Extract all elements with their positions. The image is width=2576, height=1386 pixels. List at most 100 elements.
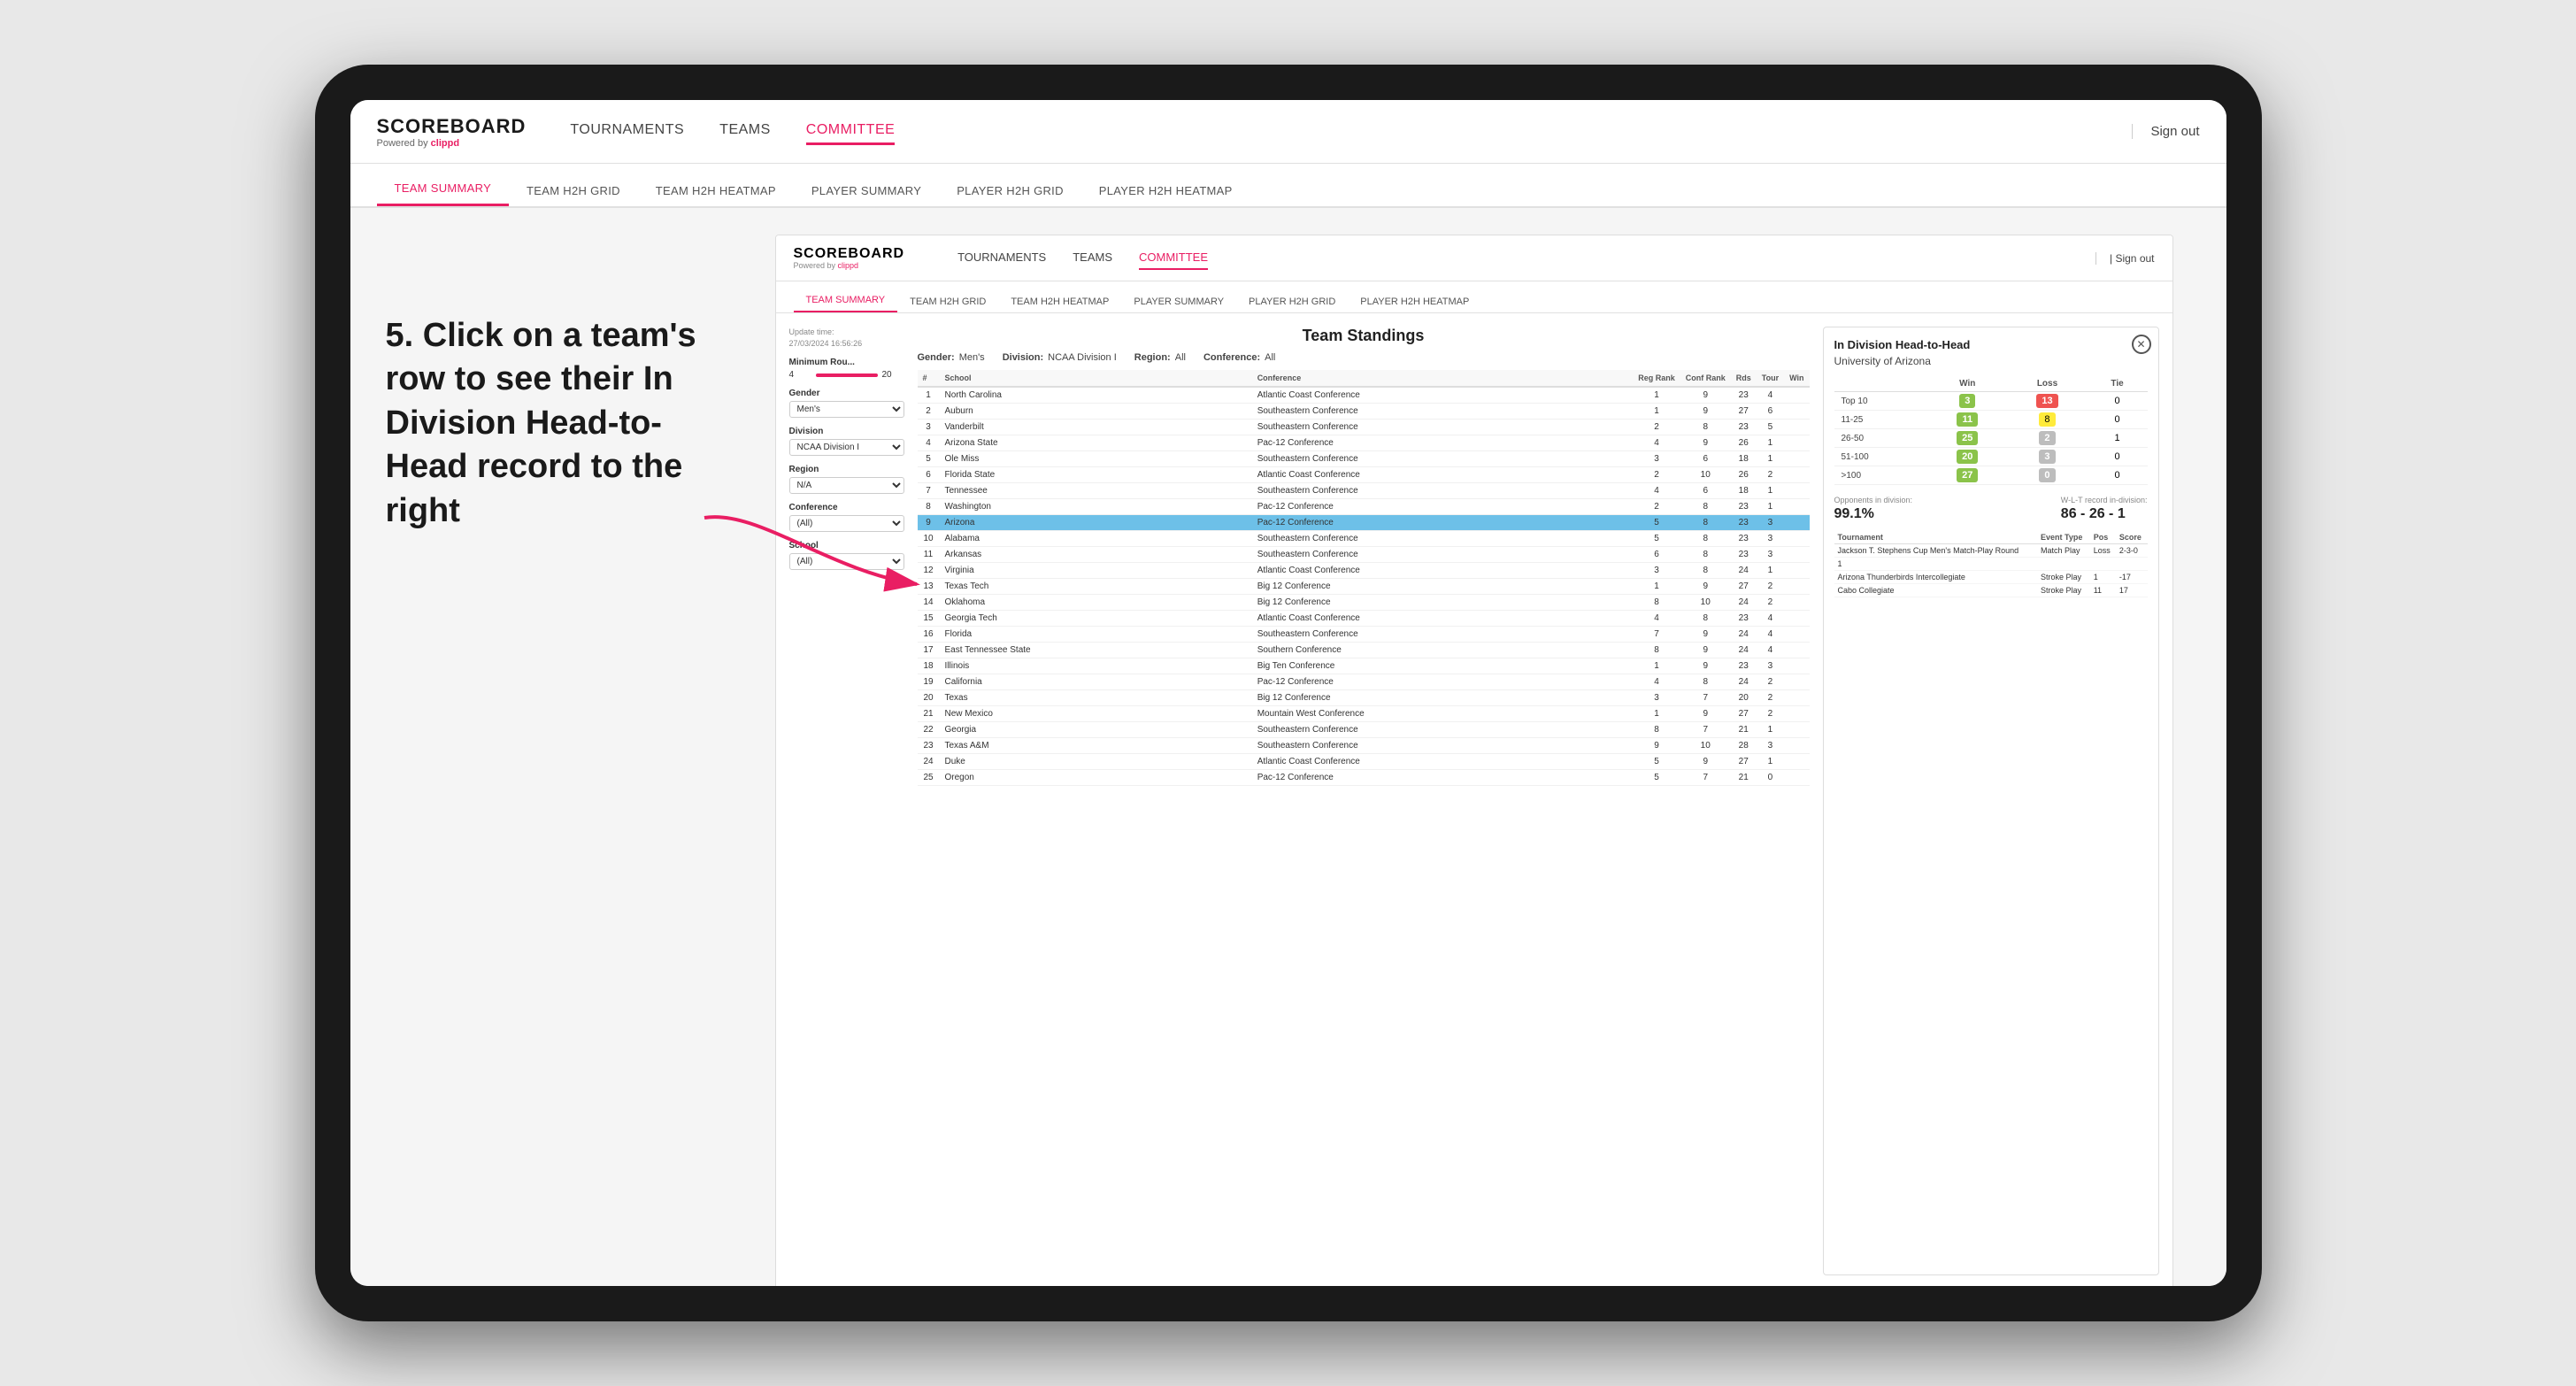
h2h-close-button[interactable]: ✕ (2132, 335, 2151, 354)
th-event-type: Event Type (2037, 531, 2090, 544)
sb-sign-out[interactable]: | Sign out (2095, 252, 2154, 265)
sb-nav-tournaments[interactable]: TOURNAMENTS (957, 246, 1046, 270)
tournament-name: Arizona Thunderbirds Intercollegiate (1834, 571, 2037, 584)
sb-subnav-player-h2h-grid[interactable]: PLAYER H2H GRID (1236, 291, 1348, 312)
table-row[interactable]: 23 Texas A&M Southeastern Conference 9 1… (918, 738, 1810, 754)
cell-rds: 24 (1731, 627, 1757, 643)
sb-subnav-player-h2h-heatmap[interactable]: PLAYER H2H HEATMAP (1348, 291, 1481, 312)
nav-teams[interactable]: TEAMS (719, 118, 771, 145)
annotation-text: 5. Click on a team's row to see their In… (386, 314, 722, 533)
table-row[interactable]: 25 Oregon Pac-12 Conference 5 7 21 0 (918, 770, 1810, 786)
h2h-loss-51100: 3 (2007, 448, 2087, 466)
cell-reg-rank: 1 (1633, 387, 1680, 404)
tournament-type: Stroke Play (2037, 584, 2090, 597)
cell-conference: Pac-12 Conference (1252, 674, 1634, 690)
cell-win (1784, 404, 1809, 420)
tf-region-val: All (1175, 352, 1186, 363)
cell-num: 16 (918, 627, 940, 643)
table-row[interactable]: 17 East Tennessee State Southern Confere… (918, 643, 1810, 658)
sign-out-button[interactable]: Sign out (2132, 124, 2199, 139)
cell-conf-rank: 10 (1680, 595, 1731, 611)
table-row[interactable]: 16 Florida Southeastern Conference 7 9 2… (918, 627, 1810, 643)
subnav-player-h2h-heatmap[interactable]: PLAYER H2H HEATMAP (1081, 175, 1250, 206)
table-title: Team Standings (918, 327, 1810, 345)
h2h-opponents-val: 99.1% (1834, 506, 1913, 522)
table-row[interactable]: 13 Texas Tech Big 12 Conference 1 9 27 2 (918, 579, 1810, 595)
cell-reg-rank: 4 (1633, 674, 1680, 690)
cell-tour: 1 (1757, 722, 1784, 738)
table-row[interactable]: 8 Washington Pac-12 Conference 2 8 23 1 (918, 499, 1810, 515)
cell-reg-rank: 3 (1633, 690, 1680, 706)
table-row[interactable]: 4 Arizona State Pac-12 Conference 4 9 26… (918, 435, 1810, 451)
nav-tournaments[interactable]: TOURNAMENTS (570, 118, 684, 145)
subnav-team-h2h-grid[interactable]: TEAM H2H GRID (509, 175, 638, 206)
table-row[interactable]: 14 Oklahoma Big 12 Conference 8 10 24 2 (918, 595, 1810, 611)
h2h-wlt-val: 86 - 26 - 1 (2061, 506, 2148, 522)
subnav-team-summary[interactable]: TEAM SUMMARY (377, 173, 510, 206)
cell-rds: 24 (1731, 595, 1757, 611)
table-row[interactable]: 18 Illinois Big Ten Conference 1 9 23 3 (918, 658, 1810, 674)
range-slider[interactable] (816, 373, 878, 377)
table-row[interactable]: 21 New Mexico Mountain West Conference 1… (918, 706, 1810, 722)
h2h-tournaments-table: Tournament Event Type Pos Score Jackson … (1834, 531, 2148, 597)
cell-school: Tennessee (940, 483, 1252, 499)
table-row[interactable]: 6 Florida State Atlantic Coast Conferenc… (918, 467, 1810, 483)
cell-reg-rank: 1 (1633, 579, 1680, 595)
table-row[interactable]: 24 Duke Atlantic Coast Conference 5 9 27… (918, 754, 1810, 770)
cell-num: 10 (918, 531, 940, 547)
conference-select[interactable]: (All) (789, 515, 904, 532)
h2h-tie-51100: 0 (2088, 448, 2148, 466)
tournament-type (2037, 558, 2090, 571)
table-row[interactable]: 9 Arizona Pac-12 Conference 5 8 23 3 (918, 515, 1810, 531)
sb-subnav-team-h2h-heatmap[interactable]: TEAM H2H HEATMAP (998, 291, 1121, 312)
gender-select[interactable]: Men's (789, 401, 904, 418)
cell-reg-rank: 1 (1633, 404, 1680, 420)
table-row[interactable]: 5 Ole Miss Southeastern Conference 3 6 1… (918, 451, 1810, 467)
standings-table: # School Conference Reg Rank Conf Rank R… (918, 370, 1810, 786)
subnav-player-h2h-grid[interactable]: PLAYER H2H GRID (939, 175, 1081, 206)
table-row[interactable]: 20 Texas Big 12 Conference 3 7 20 2 (918, 690, 1810, 706)
cell-win (1784, 738, 1809, 754)
cell-school: California (940, 674, 1252, 690)
table-row[interactable]: 15 Georgia Tech Atlantic Coast Conferenc… (918, 611, 1810, 627)
sb-nav-teams[interactable]: TEAMS (1073, 246, 1112, 270)
sb-logo-sub: Powered by clippd (794, 261, 932, 270)
table-row[interactable]: 2 Auburn Southeastern Conference 1 9 27 … (918, 404, 1810, 420)
table-row[interactable]: 10 Alabama Southeastern Conference 5 8 2… (918, 531, 1810, 547)
table-row[interactable]: 7 Tennessee Southeastern Conference 4 6 … (918, 483, 1810, 499)
sb-subnav-team-h2h-grid[interactable]: TEAM H2H GRID (897, 291, 998, 312)
cell-tour: 3 (1757, 658, 1784, 674)
table-row[interactable]: 11 Arkansas Southeastern Conference 6 8 … (918, 547, 1810, 563)
cell-conference: Southern Conference (1252, 643, 1634, 658)
logo-area: SCOREBOARD Powered by clippd (377, 115, 527, 149)
cell-rds: 23 (1731, 499, 1757, 515)
cell-reg-rank: 3 (1633, 451, 1680, 467)
table-header-row: # School Conference Reg Rank Conf Rank R… (918, 370, 1810, 387)
table-row[interactable]: 22 Georgia Southeastern Conference 8 7 2… (918, 722, 1810, 738)
cell-conf-rank: 9 (1680, 643, 1731, 658)
h2h-tie-top10: 0 (2088, 392, 2148, 411)
th-win: Win (1784, 370, 1809, 387)
table-row[interactable]: 1 North Carolina Atlantic Coast Conferen… (918, 387, 1810, 404)
nav-committee[interactable]: COMMITTEE (806, 118, 896, 145)
cell-win (1784, 754, 1809, 770)
cell-tour: 4 (1757, 611, 1784, 627)
subnav-player-summary[interactable]: PLAYER SUMMARY (794, 175, 939, 206)
sb-subnav-player-summary[interactable]: PLAYER SUMMARY (1121, 291, 1236, 312)
table-row[interactable]: 19 California Pac-12 Conference 4 8 24 2 (918, 674, 1810, 690)
cell-rds: 18 (1731, 451, 1757, 467)
table-row[interactable]: 12 Virginia Atlantic Coast Conference 3 … (918, 563, 1810, 579)
table-row[interactable]: 3 Vanderbilt Southeastern Conference 2 8… (918, 420, 1810, 435)
cell-num: 1 (918, 387, 940, 404)
sb-subnav-team-summary[interactable]: TEAM SUMMARY (794, 289, 898, 312)
sb-top-nav: SCOREBOARD Powered by clippd TOURNAMENTS… (776, 235, 2172, 281)
cell-rds: 21 (1731, 770, 1757, 786)
school-select[interactable]: (All) (789, 553, 904, 570)
cell-conf-rank: 9 (1680, 435, 1731, 451)
subnav-team-h2h-heatmap[interactable]: TEAM H2H HEATMAP (638, 175, 794, 206)
region-select[interactable]: N/A (789, 477, 904, 494)
cell-rds: 23 (1731, 547, 1757, 563)
th-rds: Rds (1731, 370, 1757, 387)
sb-nav-committee[interactable]: COMMITTEE (1139, 246, 1208, 270)
division-select[interactable]: NCAA Division I (789, 439, 904, 456)
